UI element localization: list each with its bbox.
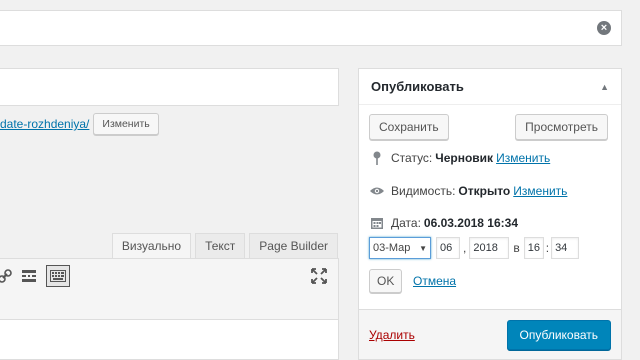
visibility-label: Видимость:: [391, 184, 456, 198]
at-label: в: [513, 241, 520, 255]
month-selected: 03-Мар: [373, 242, 411, 254]
date-label: Дата:: [391, 216, 421, 230]
permalink-link[interactable]: date-rozhdeniya/: [0, 117, 89, 131]
status-label: Статус:: [391, 151, 433, 165]
preview-button[interactable]: Просмотреть: [515, 114, 608, 140]
permalink-edit-button[interactable]: Изменить: [93, 113, 159, 135]
tab-text[interactable]: Текст: [195, 233, 246, 259]
save-draft-button[interactable]: Сохранить: [369, 114, 449, 140]
toolbar-toggle-icon[interactable]: [46, 265, 70, 287]
status-edit-link[interactable]: Изменить: [496, 151, 550, 165]
month-select[interactable]: 03-Мар ▼: [369, 237, 431, 259]
visibility-value: Открыто: [458, 184, 511, 198]
permalink-row: date-rozhdeniya/ Изменить: [0, 113, 159, 135]
link-icon[interactable]: [0, 265, 16, 287]
date-separator: ,: [463, 241, 467, 255]
delete-link[interactable]: Удалить: [369, 328, 415, 342]
publish-box: Опубликовать ▲ Сохранить Просмотреть Ста…: [358, 68, 622, 360]
status-value: Черновик: [435, 151, 494, 165]
day-input[interactable]: 06: [436, 237, 460, 259]
date-row: Дата: 06.03.2018 16:34: [369, 216, 521, 230]
read-more-icon[interactable]: [18, 265, 40, 287]
post-title-input[interactable]: [0, 68, 339, 106]
notice-bar: ×: [0, 10, 622, 46]
hour-input[interactable]: 16: [523, 237, 544, 259]
fullscreen-icon[interactable]: [308, 265, 330, 287]
tab-page-builder[interactable]: Page Builder: [249, 233, 338, 259]
caret-down-icon: ▼: [419, 243, 427, 253]
pin-icon: [369, 151, 385, 165]
date-cancel-link[interactable]: Отмена: [413, 274, 456, 288]
publish-box-header[interactable]: Опубликовать ▲: [359, 69, 621, 105]
eye-icon: [369, 186, 385, 196]
visibility-edit-link[interactable]: Изменить: [513, 184, 567, 198]
publish-box-title: Опубликовать: [371, 79, 464, 94]
close-icon[interactable]: ×: [597, 21, 611, 35]
year-input[interactable]: 2018: [469, 237, 510, 259]
editor-tabs: Визуально Текст Page Builder: [108, 233, 338, 259]
minute-input[interactable]: 34: [551, 237, 580, 259]
time-separator: :: [545, 241, 550, 255]
calendar-icon: [369, 216, 385, 230]
publish-button[interactable]: Опубликовать: [506, 319, 611, 350]
editor-content-area[interactable]: [0, 320, 339, 360]
status-row: Статус: Черновик Изменить: [369, 151, 550, 165]
visibility-row: Видимость: Открыто Изменить: [369, 184, 567, 198]
date-ok-button[interactable]: OK: [369, 269, 403, 293]
tab-visual[interactable]: Визуально: [111, 233, 192, 259]
date-edit-fields: 03-Мар ▼ 06 , 2018 в 16 : 34: [369, 237, 580, 259]
publish-box-footer: Удалить Опубликовать: [359, 309, 621, 359]
editor-toolbar: [0, 258, 339, 320]
date-value: 06.03.2018 16:34: [423, 216, 518, 230]
triangle-up-icon[interactable]: ▲: [600, 82, 609, 92]
